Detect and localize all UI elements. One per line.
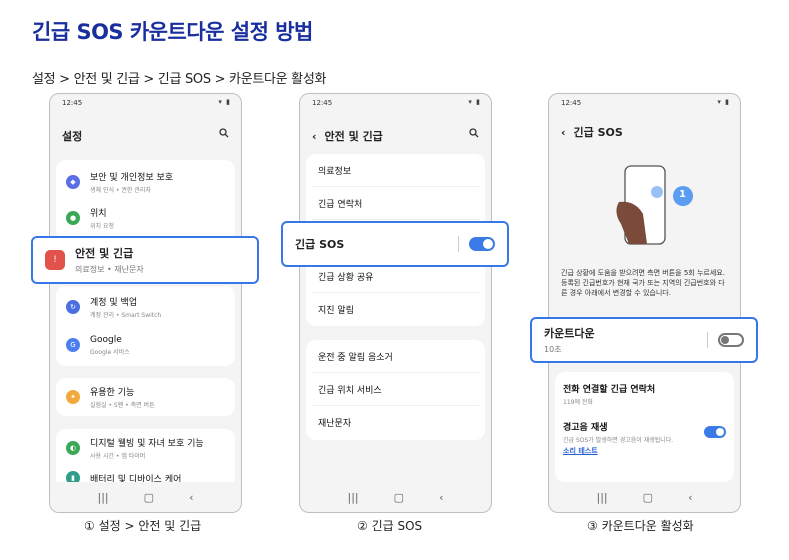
caption-step-1: ① 설정 > 안전 및 긴급: [84, 519, 202, 533]
list-item-medical[interactable]: 의료정보: [312, 154, 479, 187]
divider: [707, 332, 708, 348]
item-sub: 실험실 • S펜 • 측면 버튼: [90, 402, 155, 409]
home-icon[interactable]: ▢: [643, 491, 653, 504]
countdown-toggle[interactable]: [718, 333, 744, 347]
item-title: 디지털 웰빙 및 자녀 보호 기능: [90, 439, 204, 449]
status-icons: ▾ ▮: [717, 98, 730, 106]
item-title: 위치: [90, 209, 107, 219]
list-item-contacts[interactable]: 긴급 연락처: [312, 187, 479, 220]
item-title: 계정 및 백업: [90, 298, 138, 308]
item-sub: Google 서비스: [90, 348, 130, 356]
callout-safety-emergency[interactable]: ! 안전 및 긴급 의료정보 • 재난문자: [31, 236, 259, 284]
status-icons: ▾ ▮: [468, 98, 481, 106]
countdown-label: 카운트다운: [544, 327, 595, 340]
list-item-driving[interactable]: 운전 중 알림 음소거: [312, 340, 479, 373]
step-number: 1: [679, 189, 686, 200]
back-icon[interactable]: ‹: [688, 491, 692, 504]
sync-icon: ↻: [66, 300, 80, 314]
phone-settings: 12:45 ▾ ▮ 설정 ◆ 보안 및 개인정보 보호생체 인식 • 권한 관리…: [49, 93, 242, 513]
header-title: 긴급 SOS: [573, 126, 623, 139]
location-icon: ●: [66, 211, 80, 225]
item-sub: 긴급 SOS가 발생하면 경고음이 재생됩니다.: [563, 437, 674, 444]
home-icon[interactable]: ▢: [144, 491, 154, 504]
countdown-sub: 10초: [544, 345, 562, 354]
breadcrumb: 설정 > 안전 및 긴급 > 긴급 SOS > 카운트다운 활성화: [32, 72, 327, 87]
item-title: 경고음 재생: [563, 423, 608, 433]
phone-sos: 12:45 ▾ ▮ ‹ 긴급 SOS 1 긴급 상황에 도움을 받으려면 측면 …: [548, 93, 741, 513]
item-title: Google: [90, 334, 122, 345]
callout-countdown[interactable]: 카운트다운 10초: [530, 317, 758, 363]
star-icon: ✦: [66, 390, 80, 404]
sos-illustration: 1: [599, 162, 709, 252]
item-title: 보안 및 개인정보 보호: [90, 173, 174, 183]
sound-test-link[interactable]: 소리 테스트: [563, 446, 726, 456]
settings-item-google[interactable]: G Google Google 서비스: [56, 326, 235, 364]
settings-header: 설정: [62, 130, 83, 143]
item-title: 전화 연결할 긴급 연락처: [563, 385, 656, 395]
item-sub: 119에 전화: [563, 399, 593, 406]
shield-icon: ◆: [66, 175, 80, 189]
item-title: 유용한 기능: [90, 388, 135, 398]
sos-description: 긴급 상황에 도움을 받으려면 측면 버튼을 5회 누르세요. 등록된 긴급번호…: [561, 269, 725, 297]
settings-card-3: ✦ 유용한 기능실험실 • S펜 • 측면 버튼: [56, 378, 235, 416]
status-time: 12:45: [62, 99, 83, 107]
list-item-earthquake[interactable]: 지진 알림: [312, 293, 479, 326]
settings-item-location[interactable]: ● 위치위치 요청: [56, 200, 235, 236]
status-time: 12:45: [312, 99, 333, 107]
wellbeing-icon: ◐: [66, 441, 80, 455]
divider: [458, 236, 459, 252]
caption-step-3: ③ 카운트다운 활성화: [587, 519, 694, 533]
sos-label: 긴급 SOS: [295, 238, 345, 251]
header-title: 안전 및 긴급: [324, 130, 383, 143]
search-icon[interactable]: [219, 128, 229, 141]
list-item-location-service[interactable]: 긴급 위치 서비스: [312, 373, 479, 406]
nav-bar: ||| ▢ ‹: [549, 482, 740, 512]
settings-card-4: ◐ 디지털 웰빙 및 자녀 보호 기능 사용 시간 • 앱 타이머 ▮ 배터리 및…: [56, 429, 235, 489]
safety-card-2: 운전 중 알림 음소거 긴급 위치 서비스 재난문자: [306, 340, 485, 440]
home-icon[interactable]: ▢: [394, 491, 404, 504]
item-sub: 계정 관리 • Smart Switch: [90, 312, 162, 319]
search-icon[interactable]: [469, 128, 479, 141]
nav-bar: ||| ▢ ‹: [300, 482, 491, 512]
call-contact-item[interactable]: 전화 연결할 긴급 연락처 119에 전화: [555, 372, 734, 406]
page-title: 긴급 SOS 카운트다운 설정 방법: [32, 20, 313, 44]
phone-safety: 12:45 ▾ ▮ ‹ 안전 및 긴급 의료정보 긴급 연락처 긴급 상황 공유…: [299, 93, 492, 513]
status-time: 12:45: [561, 99, 582, 107]
sos-header: ‹ 긴급 SOS: [561, 124, 623, 140]
recents-icon[interactable]: |||: [98, 491, 109, 504]
recents-icon[interactable]: |||: [348, 491, 359, 504]
alarm-toggle[interactable]: [704, 426, 726, 438]
nav-bar: ||| ▢ ‹: [50, 482, 241, 512]
item-sub: 생체 인식 • 권한 관리자: [90, 187, 151, 194]
item-sub: 의료정보 • 재난문자: [75, 265, 144, 274]
settings-card-2: ↻ 계정 및 백업계정 관리 • Smart Switch G Google Go…: [56, 286, 235, 366]
sos-toggle[interactable]: [469, 237, 495, 251]
settings-item-wellbeing[interactable]: ◐ 디지털 웰빙 및 자녀 보호 기능사용 시간 • 앱 타이머: [56, 429, 235, 467]
callout-emergency-sos[interactable]: 긴급 SOS: [281, 221, 509, 267]
google-icon: G: [66, 338, 80, 352]
emergency-icon: !: [45, 250, 65, 270]
item-title: 안전 및 긴급: [75, 247, 134, 260]
item-sub: 위치 요청: [90, 223, 114, 230]
item-sub: 사용 시간 • 앱 타이머: [90, 453, 146, 460]
back-icon[interactable]: ‹: [439, 491, 443, 504]
settings-item-security[interactable]: ◆ 보안 및 개인정보 보호생체 인식 • 권한 관리자: [56, 164, 235, 200]
recents-icon[interactable]: |||: [597, 491, 608, 504]
list-item-alerts[interactable]: 재난문자: [312, 406, 479, 439]
status-icons: ▾ ▮: [218, 98, 231, 106]
back-arrow-icon[interactable]: ‹: [312, 130, 317, 143]
alarm-item[interactable]: 경고음 재생 긴급 SOS가 발생하면 경고음이 재생됩니다. 소리 테스트: [555, 406, 734, 456]
caption-step-2: ② 긴급 SOS: [357, 519, 423, 533]
safety-header: ‹ 안전 및 긴급: [312, 128, 383, 144]
back-icon[interactable]: ‹: [189, 491, 193, 504]
settings-item-account[interactable]: ↻ 계정 및 백업계정 관리 • Smart Switch: [56, 288, 235, 326]
back-arrow-icon[interactable]: ‹: [561, 126, 566, 139]
sos-card: 전화 연결할 긴급 연락처 119에 전화 경고음 재생 긴급 SOS가 발생하…: [555, 372, 734, 482]
settings-item-useful[interactable]: ✦ 유용한 기능실험실 • S펜 • 측면 버튼: [56, 378, 235, 416]
settings-card-1: ◆ 보안 및 개인정보 보호생체 인식 • 권한 관리자 ● 위치위치 요청: [56, 160, 235, 240]
